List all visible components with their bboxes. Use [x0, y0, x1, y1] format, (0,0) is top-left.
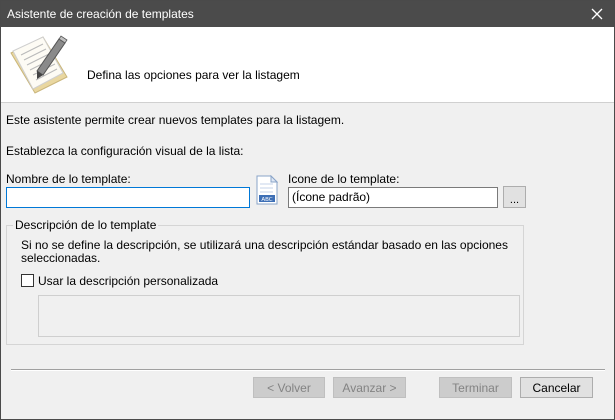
- back-button[interactable]: < Volver: [253, 377, 325, 398]
- window-title: Asistente de creación de templates: [7, 7, 194, 21]
- browse-icon-button[interactable]: ...: [503, 186, 526, 208]
- header-title: Defina las opciones para ver la listagem: [87, 68, 300, 82]
- template-name-input[interactable]: [6, 187, 250, 208]
- intro-text: Este asistente permite crear nuevos temp…: [6, 113, 345, 127]
- title-bar: Asistente de creación de templates: [1, 1, 614, 27]
- notepad-pen-icon: [10, 35, 68, 94]
- custom-description-checkbox[interactable]: [21, 274, 34, 287]
- template-icon-field[interactable]: (Ícone padrão): [288, 187, 498, 208]
- cancel-button[interactable]: Cancelar: [520, 377, 593, 398]
- template-name-label: Nombre de lo template:: [6, 172, 131, 186]
- svg-text:ABC: ABC: [261, 197, 272, 203]
- close-button[interactable]: [580, 1, 614, 27]
- finish-button[interactable]: Terminar: [439, 377, 512, 398]
- close-icon: [591, 8, 603, 20]
- visual-config-label: Establezca la configuración visual de la…: [6, 144, 244, 158]
- next-button[interactable]: Avanzar >: [333, 377, 406, 398]
- footer-separator: [11, 369, 605, 371]
- abc-document-icon: ABC: [256, 175, 278, 205]
- wizard-header: Defina las opciones para ver la listagem: [1, 27, 614, 103]
- description-info-text: Si no se define la descripción, se utili…: [21, 238, 508, 265]
- custom-description-checkbox-label[interactable]: Usar la descripción personalizada: [38, 274, 218, 288]
- template-icon-label: Icone de lo template:: [288, 172, 400, 186]
- description-group-legend: Descripción de lo template: [13, 218, 159, 232]
- custom-description-textarea[interactable]: [38, 295, 520, 337]
- wizard-window: Asistente de creación de templates Defin…: [0, 0, 615, 420]
